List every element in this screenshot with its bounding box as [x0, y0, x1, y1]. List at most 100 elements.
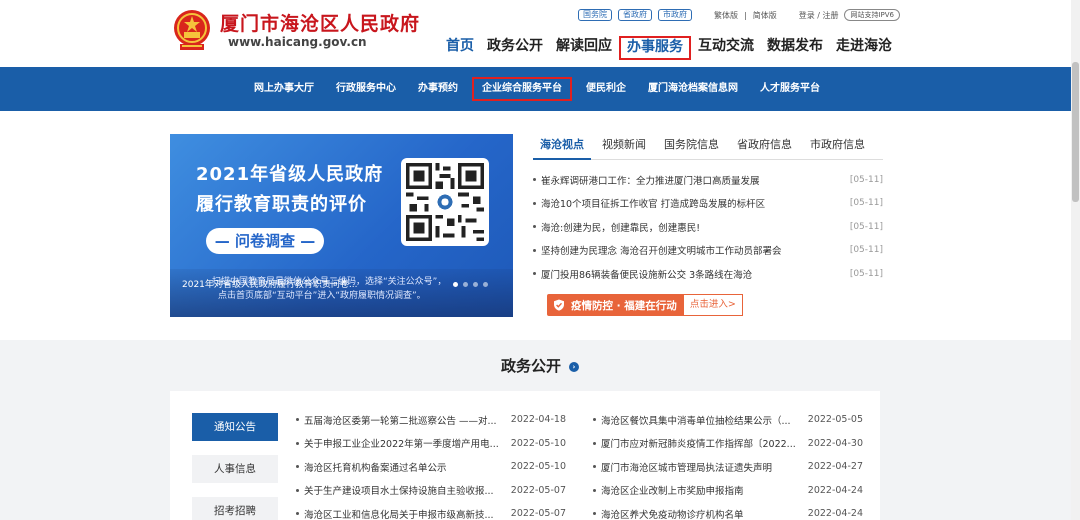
notice-title[interactable]: 海沧区工业和信息化局关于申报市级高新技... — [304, 507, 505, 520]
list-item[interactable]: 厦门市海沧区城市管理局执法证遗失声明 2022-04-27 — [593, 455, 863, 479]
list-item[interactable]: 崔永辉调研港口工作：全力推进厦门港口高质量发展 [05-11] — [533, 168, 883, 192]
tab-haicang-news[interactable]: 海沧视点 — [533, 134, 591, 160]
national-emblem-icon[interactable] — [172, 8, 212, 52]
sub-nav-archives[interactable]: 厦门海沧档案信息网 — [640, 77, 746, 101]
list-item[interactable]: 海沧区工业和信息化局关于申报市级高新技... 2022-05-07 — [296, 502, 566, 520]
chevron-right-icon[interactable]: › — [569, 361, 579, 372]
bullet-icon — [296, 488, 299, 492]
news-title[interactable]: 海沧10个项目征拆工作收官 打造成跨岛发展的标杆区 — [541, 196, 844, 210]
nav-gov-affairs[interactable]: 政务公开 — [481, 36, 549, 60]
list-item[interactable]: 五届海沧区委第一轮第二批巡察公告 ——对... 2022-04-18 — [296, 408, 566, 432]
list-item[interactable]: 海沧区餐饮具集中消毒单位抽检结果公示（... 2022-05-05 — [593, 408, 863, 432]
bullet-icon — [533, 225, 536, 229]
page-scrollbar[interactable] — [1071, 0, 1080, 520]
tab-state-council-info[interactable]: 国务院信息 — [657, 134, 726, 160]
bullet-icon — [296, 512, 299, 516]
sub-nav-talent[interactable]: 人才服务平台 — [752, 77, 828, 101]
notice-date: 2022-05-07 — [510, 508, 566, 520]
list-item[interactable]: 海沧区企业改制上市奖励申报指南 2022-04-24 — [593, 479, 863, 503]
news-title[interactable]: 崔永辉调研港口工作：全力推进厦门港口高质量发展 — [541, 173, 844, 187]
bullet-icon — [593, 488, 596, 492]
list-item[interactable]: 海沧10个项目征拆工作收官 打造成跨岛发展的标杆区 [05-11] — [533, 192, 883, 216]
site-title[interactable]: 厦门市海沧区人民政府 — [220, 9, 420, 36]
banner-caption[interactable]: 2021年对省级人民政府履行教育职责问卷... — [182, 277, 358, 290]
list-item[interactable]: 厦门市应对新冠肺炎疫情工作指挥部〔2022... 2022-04-30 — [593, 432, 863, 456]
nav-services[interactable]: 办事服务 — [619, 36, 691, 60]
list-item[interactable]: 关于生产建设项目水土保持设施自主验收报... 2022-05-07 — [296, 479, 566, 503]
notice-title[interactable]: 五届海沧区委第一轮第二批巡察公告 ——对... — [304, 413, 505, 427]
traditional-chinese-link[interactable]: 繁体版 — [714, 10, 738, 21]
sub-nav-admin-center[interactable]: 行政服务中心 — [328, 77, 404, 101]
nav-home[interactable]: 首页 — [440, 36, 480, 60]
tab-notices[interactable]: 通知公告 — [192, 413, 278, 441]
notice-title[interactable]: 厦门市海沧区城市管理局执法证遗失声明 — [601, 460, 802, 474]
bullet-icon — [296, 418, 299, 422]
nav-interpretation[interactable]: 解读回应 — [550, 36, 618, 60]
list-item[interactable]: 海沧:创建为民，创建靠民，创建惠民! [05-11] — [533, 215, 883, 239]
nav-about-haicang[interactable]: 走进海沧 — [830, 36, 898, 60]
news-date: [05-11] — [849, 268, 883, 279]
gov-link-state-council[interactable]: 国务院 — [578, 9, 612, 21]
list-item[interactable]: 坚持创建为民理念 海沧召开创建文明城市工作动员部署会 [05-11] — [533, 239, 883, 263]
scrollbar-thumb[interactable] — [1072, 62, 1079, 202]
tab-personnel-info[interactable]: 人事信息 — [192, 455, 278, 483]
notice-title[interactable]: 关于申报工业企业2022年第一季度增产用电... — [304, 436, 505, 450]
section-title-text[interactable]: 政务公开 — [501, 357, 561, 375]
services-sub-nav: 网上办事大厅 行政服务中心 办事预约 企业综合服务平台 便民利企 厦门海沧档案信… — [0, 67, 1080, 111]
sub-nav-enterprise-platform[interactable]: 企业综合服务平台 — [472, 77, 572, 101]
notice-title[interactable]: 海沧区托育机构备案通过名单公示 — [304, 460, 505, 474]
tab-video-news[interactable]: 视频新闻 — [595, 134, 653, 160]
simplified-chinese-link[interactable]: 简体版 — [753, 10, 777, 21]
carousel-dot[interactable] — [463, 282, 468, 287]
sub-nav-online-hall[interactable]: 网上办事大厅 — [246, 77, 322, 101]
tab-recruitment[interactable]: 招考招聘 — [192, 497, 278, 520]
list-item[interactable]: 海沧区养犬免疫动物诊疗机构名单 2022-04-24 — [593, 502, 863, 520]
nav-interaction[interactable]: 互动交流 — [692, 36, 760, 60]
list-item[interactable]: 厦门投用86辆装备便民设施新公交 3条路线在海沧 [05-11] — [533, 262, 883, 286]
carousel-dot[interactable] — [483, 282, 488, 287]
banner-survey-pill: — 问卷调查 — — [206, 228, 324, 254]
tab-city-info[interactable]: 市政府信息 — [803, 134, 872, 160]
nav-data-release[interactable]: 数据发布 — [761, 36, 829, 60]
notice-title[interactable]: 厦门市应对新冠肺炎疫情工作指挥部〔2022... — [601, 436, 802, 450]
epidemic-banner[interactable]: 疫情防控 · 福建在行动 点击进入> — [547, 293, 757, 317]
notice-title[interactable]: 海沧区养犬免疫动物诊疗机构名单 — [601, 507, 802, 520]
notice-list-left: 五届海沧区委第一轮第二批巡察公告 ——对... 2022-04-18 关于申报工… — [296, 408, 566, 520]
notice-title[interactable]: 关于生产建设项目水土保持设施自主验收报... — [304, 483, 505, 497]
divider: | — [744, 10, 747, 20]
site-url: www.haicang.gov.cn — [228, 35, 367, 49]
news-title[interactable]: 坚持创建为民理念 海沧召开创建文明城市工作动员部署会 — [541, 243, 844, 257]
epidemic-enter-button[interactable]: 点击进入> — [682, 294, 743, 316]
bullet-icon — [533, 272, 536, 276]
notice-title[interactable]: 海沧区企业改制上市奖励申报指南 — [601, 483, 802, 497]
notice-date: 2022-04-24 — [807, 508, 863, 520]
news-title[interactable]: 厦门投用86辆装备便民设施新公交 3条路线在海沧 — [541, 267, 844, 281]
notice-title[interactable]: 海沧区餐饮具集中消毒单位抽检结果公示（... — [601, 413, 802, 427]
bullet-icon — [593, 465, 596, 469]
banner-carousel[interactable]: 2021年省级人民政府 履行教育职责的评价 — 问卷调查 — 扫描中国教育局最微… — [170, 134, 513, 317]
sub-nav-convenience[interactable]: 便民利企 — [578, 77, 634, 101]
login-register-link[interactable]: 登录 / 注册 — [799, 10, 839, 21]
bullet-icon — [593, 418, 596, 422]
notice-list-right: 海沧区餐饮具集中消毒单位抽检结果公示（... 2022-05-05 厦门市应对新… — [593, 408, 863, 520]
tab-province-info[interactable]: 省政府信息 — [730, 134, 799, 160]
news-date: [05-11] — [849, 221, 883, 232]
carousel-dot[interactable] — [473, 282, 478, 287]
carousel-dot[interactable] — [453, 282, 458, 287]
bullet-icon — [533, 178, 536, 182]
notice-date: 2022-04-18 — [510, 414, 566, 426]
gov-link-city[interactable]: 市政府 — [658, 9, 692, 21]
list-item[interactable]: 关于申报工业企业2022年第一季度增产用电... 2022-05-10 — [296, 432, 566, 456]
ipv6-badge: 网站支持IPV6 — [844, 9, 901, 21]
gov-link-province[interactable]: 省政府 — [618, 9, 652, 21]
carousel-dots — [453, 282, 488, 287]
news-title[interactable]: 海沧:创建为民，创建靠民，创建惠民! — [541, 220, 844, 234]
notice-date: 2022-05-07 — [510, 484, 566, 496]
bullet-icon — [593, 512, 596, 516]
list-item[interactable]: 海沧区托育机构备案通过名单公示 2022-05-10 — [296, 455, 566, 479]
sub-nav-appointment[interactable]: 办事预约 — [410, 77, 466, 101]
epidemic-label-box: 疫情防控 · 福建在行动 — [547, 294, 683, 316]
notice-date: 2022-05-10 — [510, 437, 566, 449]
notice-date: 2022-04-24 — [807, 484, 863, 496]
news-tabs: 海沧视点 视频新闻 国务院信息 省政府信息 市政府信息 — [533, 134, 883, 160]
